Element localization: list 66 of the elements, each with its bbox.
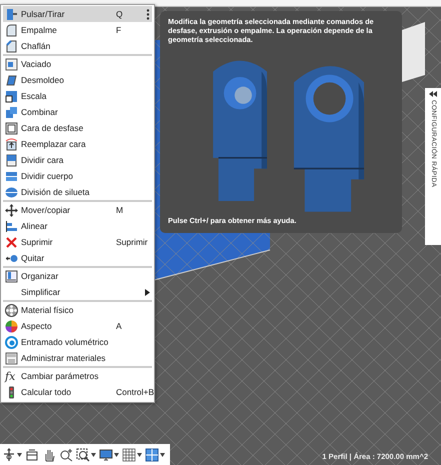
menu-item[interactable]: Vaciado [3, 56, 152, 72]
menu-item[interactable]: Cara de desfase [3, 120, 152, 136]
menu-item[interactable]: Combinar [3, 104, 152, 120]
appearance-icon [5, 320, 18, 332]
caret-icon[interactable] [114, 452, 119, 456]
menu-item[interactable]: Desmoldeo [3, 72, 152, 88]
collapse-icon[interactable] [429, 91, 437, 97]
caret-icon[interactable] [160, 452, 165, 456]
more-icon[interactable] [146, 8, 150, 20]
menu-item[interactable]: División de silueta [3, 184, 152, 200]
viewports-icon [145, 448, 159, 462]
grid-button[interactable] [122, 448, 142, 462]
menu-item[interactable]: Chaflán [3, 38, 152, 54]
overlapping-squares-icon [5, 106, 18, 118]
menu-item[interactable]: Administrar materiales [3, 350, 152, 366]
menu-item[interactable]: Empalme F [3, 22, 152, 38]
viewports-button[interactable] [145, 448, 165, 462]
move-icon [5, 204, 18, 216]
menu-item[interactable]: Quitar [3, 250, 152, 266]
menu-item[interactable]: Material físico [3, 302, 152, 318]
menu-item[interactable]: Reemplazar cara [3, 136, 152, 152]
menu-item[interactable]: Simplificar [3, 284, 152, 300]
menu-item[interactable]: fx Cambiar parámetros [3, 368, 152, 384]
menu-item[interactable]: Organizar [3, 268, 152, 284]
caret-icon[interactable] [137, 452, 142, 456]
menu-item[interactable]: Mover/copiar M [3, 202, 152, 218]
scale-icon [5, 90, 18, 102]
split-body-icon [5, 170, 18, 182]
zoom-button[interactable] [59, 448, 73, 462]
menu-item[interactable]: Dividir cuerpo [3, 168, 152, 184]
grid-icon [122, 448, 136, 462]
align-icon [5, 220, 18, 232]
orbit-button[interactable] [2, 448, 22, 462]
menu-item[interactable]: Pulsar/Tirar Q [3, 6, 152, 22]
menu-item[interactable]: Entramado volumétrico [3, 334, 152, 350]
offset-face-icon [5, 122, 18, 134]
display-button[interactable] [99, 448, 119, 462]
ellipse-icon [5, 186, 18, 198]
organize-icon [5, 270, 18, 282]
orbit-icon [2, 448, 16, 462]
caret-icon[interactable] [91, 452, 96, 456]
home-view-button[interactable] [25, 448, 39, 462]
shell-icon [5, 58, 18, 70]
zoom-icon [59, 448, 73, 462]
chamfer-corner-icon [5, 40, 18, 52]
menu-item[interactable]: Calcular todo Control+B [3, 384, 152, 400]
display-icon [99, 448, 113, 462]
menu-item[interactable]: Escala [3, 88, 152, 104]
menu-item[interactable]: Dividir cara [3, 152, 152, 168]
delete-icon [5, 236, 18, 248]
materials-icon [5, 352, 18, 364]
slanted-block-icon [5, 74, 18, 86]
home-view-icon [25, 448, 39, 462]
mesh-icon [5, 336, 18, 348]
rounded-corner-icon [5, 24, 18, 36]
zoom-window-icon [76, 448, 90, 462]
menu-item[interactable]: Alinear [3, 218, 152, 234]
split-face-icon [5, 154, 18, 166]
replace-face-icon [5, 138, 18, 150]
function-icon: fx [5, 370, 18, 382]
block-arrow-icon [5, 8, 18, 20]
material-icon [5, 304, 18, 316]
zoom-window-button[interactable] [76, 448, 96, 462]
menu-item[interactable]: Aspecto A [3, 318, 152, 334]
caret-icon[interactable] [17, 452, 22, 456]
menu-item[interactable]: Suprimir Suprimir [3, 234, 152, 250]
